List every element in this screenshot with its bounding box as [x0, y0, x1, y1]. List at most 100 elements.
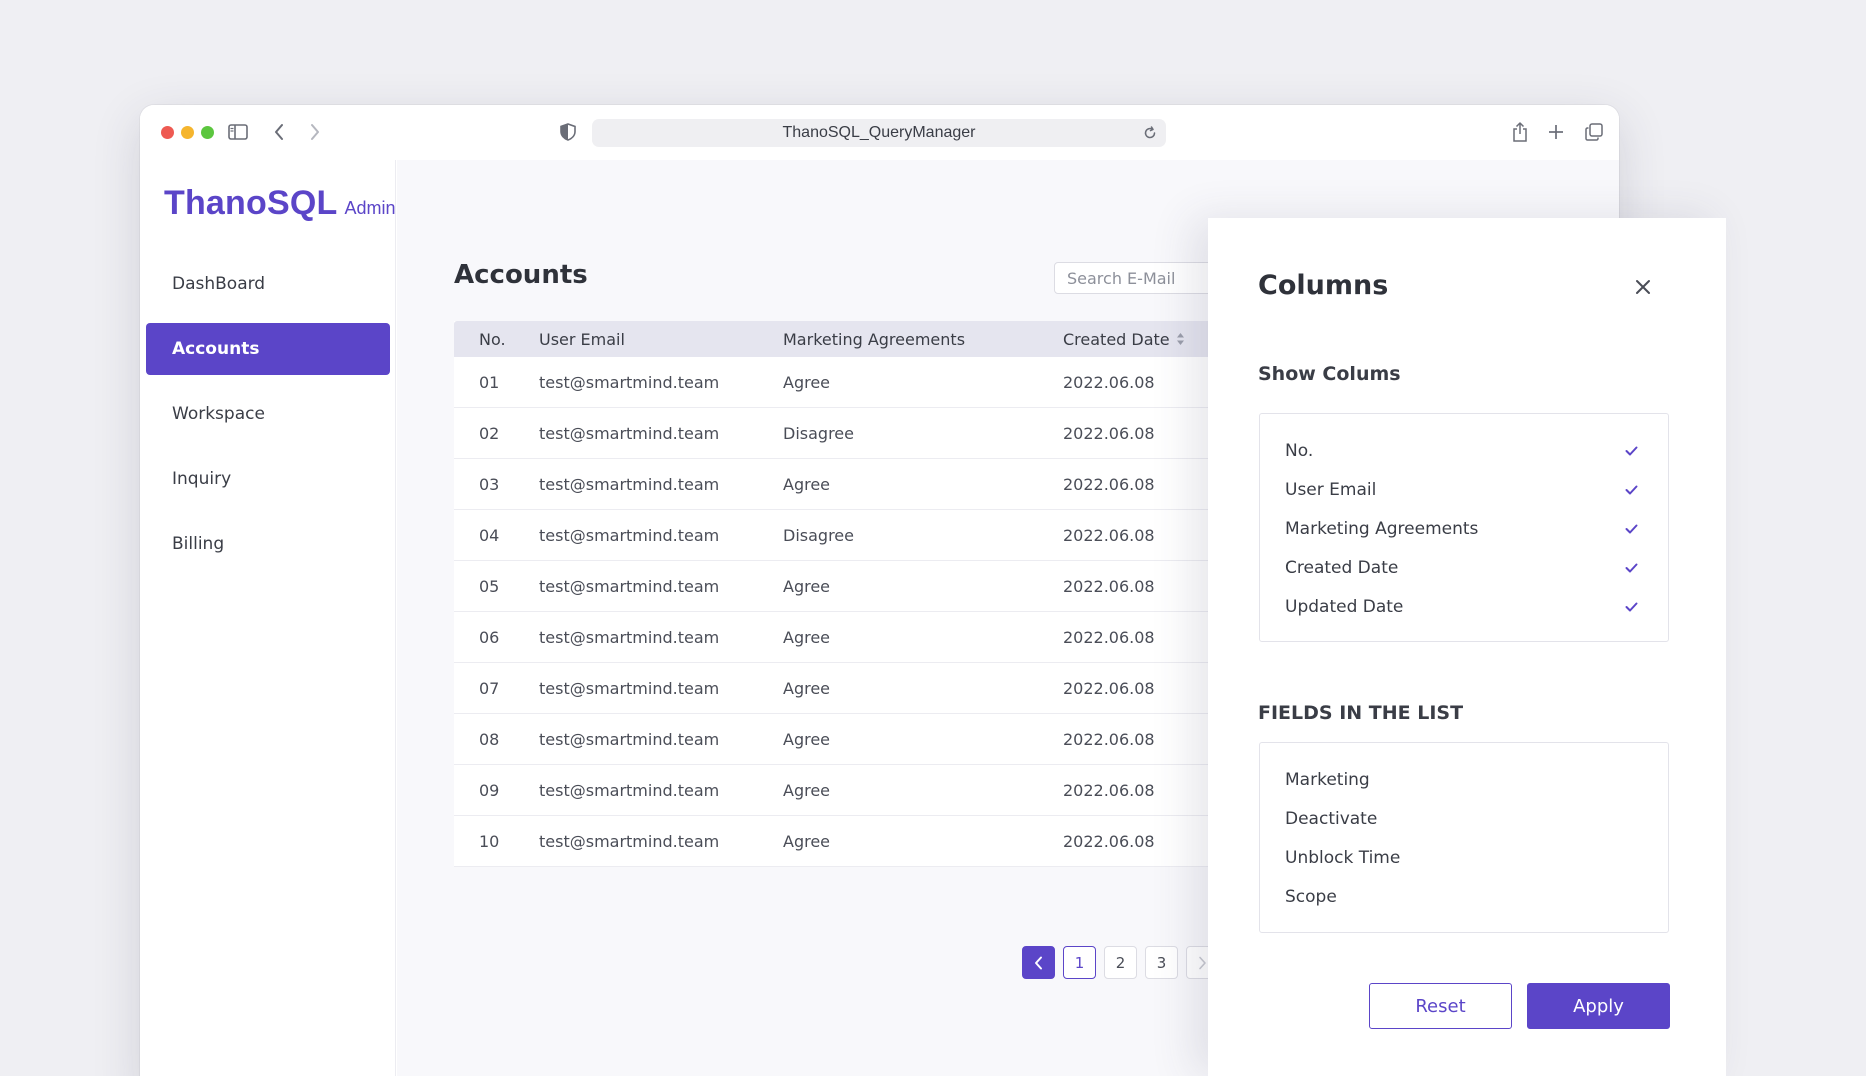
show-column-option[interactable]: Marketing Agreements — [1260, 509, 1668, 548]
field-label: Marketing — [1285, 769, 1370, 790]
cell-user-email: test@smartmind.team — [539, 372, 720, 392]
shield-icon[interactable] — [554, 118, 582, 146]
check-icon[interactable] — [1625, 524, 1638, 534]
table-row[interactable]: 06 test@smartmind.team Agree 2022.06.08 — [454, 612, 1254, 663]
field-label: Scope — [1285, 886, 1337, 907]
table-row[interactable]: 09 test@smartmind.team Agree 2022.06.08 — [454, 765, 1254, 816]
minimize-window-dot[interactable] — [181, 126, 194, 139]
table-row[interactable]: 01 test@smartmind.team Agree 2022.06.08 — [454, 357, 1254, 408]
cell-marketing: Agree — [783, 831, 831, 851]
show-column-label: Marketing Agreements — [1285, 518, 1479, 539]
table-row[interactable]: 05 test@smartmind.team Agree 2022.06.08 — [454, 561, 1254, 612]
check-icon[interactable] — [1625, 446, 1638, 456]
cell-marketing: Agree — [783, 474, 831, 494]
show-column-label: Created Date — [1285, 557, 1399, 578]
show-columns-list: No. User Email Marketing Agreements Created… — [1259, 413, 1669, 642]
sidebar-item-workspace[interactable]: Workspace — [146, 388, 390, 440]
show-column-option[interactable]: Created Date — [1260, 548, 1668, 587]
sidebar-toggle-icon[interactable] — [224, 118, 252, 146]
page-button-1[interactable]: 1 — [1063, 946, 1096, 979]
page-button-2[interactable]: 2 — [1104, 946, 1137, 979]
cell-user-email: test@smartmind.team — [539, 780, 720, 800]
show-column-label: User Email — [1285, 479, 1377, 500]
cell-no: 01 — [479, 372, 500, 392]
logo-subtitle: Admin — [344, 198, 396, 218]
field-option[interactable]: Scope — [1260, 877, 1668, 916]
new-tab-icon[interactable] — [1542, 118, 1570, 146]
table-row[interactable]: 02 test@smartmind.team Disagree 2022.06.08 — [454, 408, 1254, 459]
table-row[interactable]: 04 test@smartmind.team Disagree 2022.06.08 — [454, 510, 1254, 561]
check-icon[interactable] — [1625, 485, 1638, 495]
cell-marketing: Disagree — [783, 423, 854, 443]
reload-icon[interactable] — [1140, 123, 1160, 143]
sort-icon[interactable] — [1176, 332, 1185, 346]
cell-no: 07 — [479, 678, 500, 698]
show-column-option[interactable]: User Email — [1260, 470, 1668, 509]
table-body: 01 test@smartmind.team Agree 2022.06.08 02 te… — [454, 357, 1254, 867]
cell-user-email: test@smartmind.team — [539, 423, 720, 443]
maximize-window-dot[interactable] — [201, 126, 214, 139]
cell-no: 09 — [479, 780, 500, 800]
cell-user-email: test@smartmind.team — [539, 525, 720, 545]
cell-user-email: test@smartmind.team — [539, 729, 720, 749]
sidebar-nav: DashBoard Accounts Workspace Inquiry Bil… — [146, 258, 390, 583]
previous-page-button[interactable] — [1022, 946, 1055, 979]
cell-user-email: test@smartmind.team — [539, 678, 720, 698]
table-row[interactable]: 07 test@smartmind.team Agree 2022.06.08 — [454, 663, 1254, 714]
address-bar[interactable]: ThanoSQL_QueryManager — [592, 119, 1166, 147]
table-row[interactable]: 10 test@smartmind.team Agree 2022.06.08 — [454, 816, 1254, 867]
check-icon[interactable] — [1625, 563, 1638, 573]
show-column-option[interactable]: Updated Date — [1260, 587, 1668, 626]
field-label: Unblock Time — [1285, 847, 1401, 868]
panel-title: Columns — [1258, 270, 1389, 301]
cell-marketing: Agree — [783, 780, 831, 800]
browser-titlebar: ThanoSQL_QueryManager — [140, 105, 1619, 160]
show-column-option[interactable]: No. — [1260, 431, 1668, 470]
cell-no: 05 — [479, 576, 500, 596]
cell-user-email: test@smartmind.team — [539, 627, 720, 647]
fields-list: Marketing Deactivate Unblock Time Scope — [1259, 742, 1669, 933]
cell-no: 02 — [479, 423, 500, 443]
share-icon[interactable] — [1506, 118, 1534, 146]
column-header-no[interactable]: No. — [454, 330, 539, 349]
cell-user-email: test@smartmind.team — [539, 831, 720, 851]
table-row[interactable]: 03 test@smartmind.team Agree 2022.06.08 — [454, 459, 1254, 510]
url-text: ThanoSQL_QueryManager — [782, 124, 976, 141]
reset-button[interactable]: Reset — [1369, 983, 1512, 1029]
app-logo[interactable]: ThanoSQL Admin — [164, 184, 396, 223]
tabs-overview-icon[interactable] — [1580, 118, 1608, 146]
fields-in-list-title: FIELDS IN THE LIST — [1258, 702, 1464, 724]
cell-user-email: test@smartmind.team — [539, 474, 720, 494]
cell-marketing: Agree — [783, 678, 831, 698]
apply-button[interactable]: Apply — [1527, 983, 1670, 1029]
close-icon[interactable] — [1628, 272, 1658, 302]
back-icon[interactable] — [265, 118, 293, 146]
sidebar-item-accounts[interactable]: Accounts — [146, 323, 390, 375]
check-icon[interactable] — [1625, 602, 1638, 612]
cell-marketing: Agree — [783, 576, 831, 596]
page-button-3[interactable]: 3 — [1145, 946, 1178, 979]
forward-icon[interactable] — [301, 118, 329, 146]
field-option[interactable]: Unblock Time — [1260, 838, 1668, 877]
field-option[interactable]: Deactivate — [1260, 799, 1668, 838]
column-header-created-date-label: Created Date — [1063, 329, 1170, 349]
cell-marketing: Agree — [783, 627, 831, 647]
table-header-row: No. User Email Marketing Agreements Crea… — [454, 321, 1254, 357]
show-columns-title: Show Colums — [1258, 363, 1401, 385]
field-option[interactable]: Marketing — [1260, 760, 1668, 799]
table-row[interactable]: 08 test@smartmind.team Agree 2022.06.08 — [454, 714, 1254, 765]
sidebar-item-dashboard[interactable]: DashBoard — [146, 258, 390, 310]
close-window-dot[interactable] — [161, 126, 174, 139]
columns-panel: Columns Show Colums No. User Email Marketi… — [1208, 218, 1726, 1076]
column-header-user-email[interactable]: User Email — [539, 330, 783, 349]
sidebar-item-inquiry[interactable]: Inquiry — [146, 453, 390, 505]
sidebar: ThanoSQL Admin DashBoard Accounts Worksp… — [140, 160, 396, 1076]
column-header-marketing[interactable]: Marketing Agreements — [783, 330, 1063, 349]
cell-no: 04 — [479, 525, 500, 545]
sidebar-item-billing[interactable]: Billing — [146, 518, 390, 570]
cell-marketing: Disagree — [783, 525, 854, 545]
cell-user-email: test@smartmind.team — [539, 576, 720, 596]
cell-no: 06 — [479, 627, 500, 647]
chevron-right-icon — [1198, 956, 1207, 970]
field-label: Deactivate — [1285, 808, 1378, 829]
